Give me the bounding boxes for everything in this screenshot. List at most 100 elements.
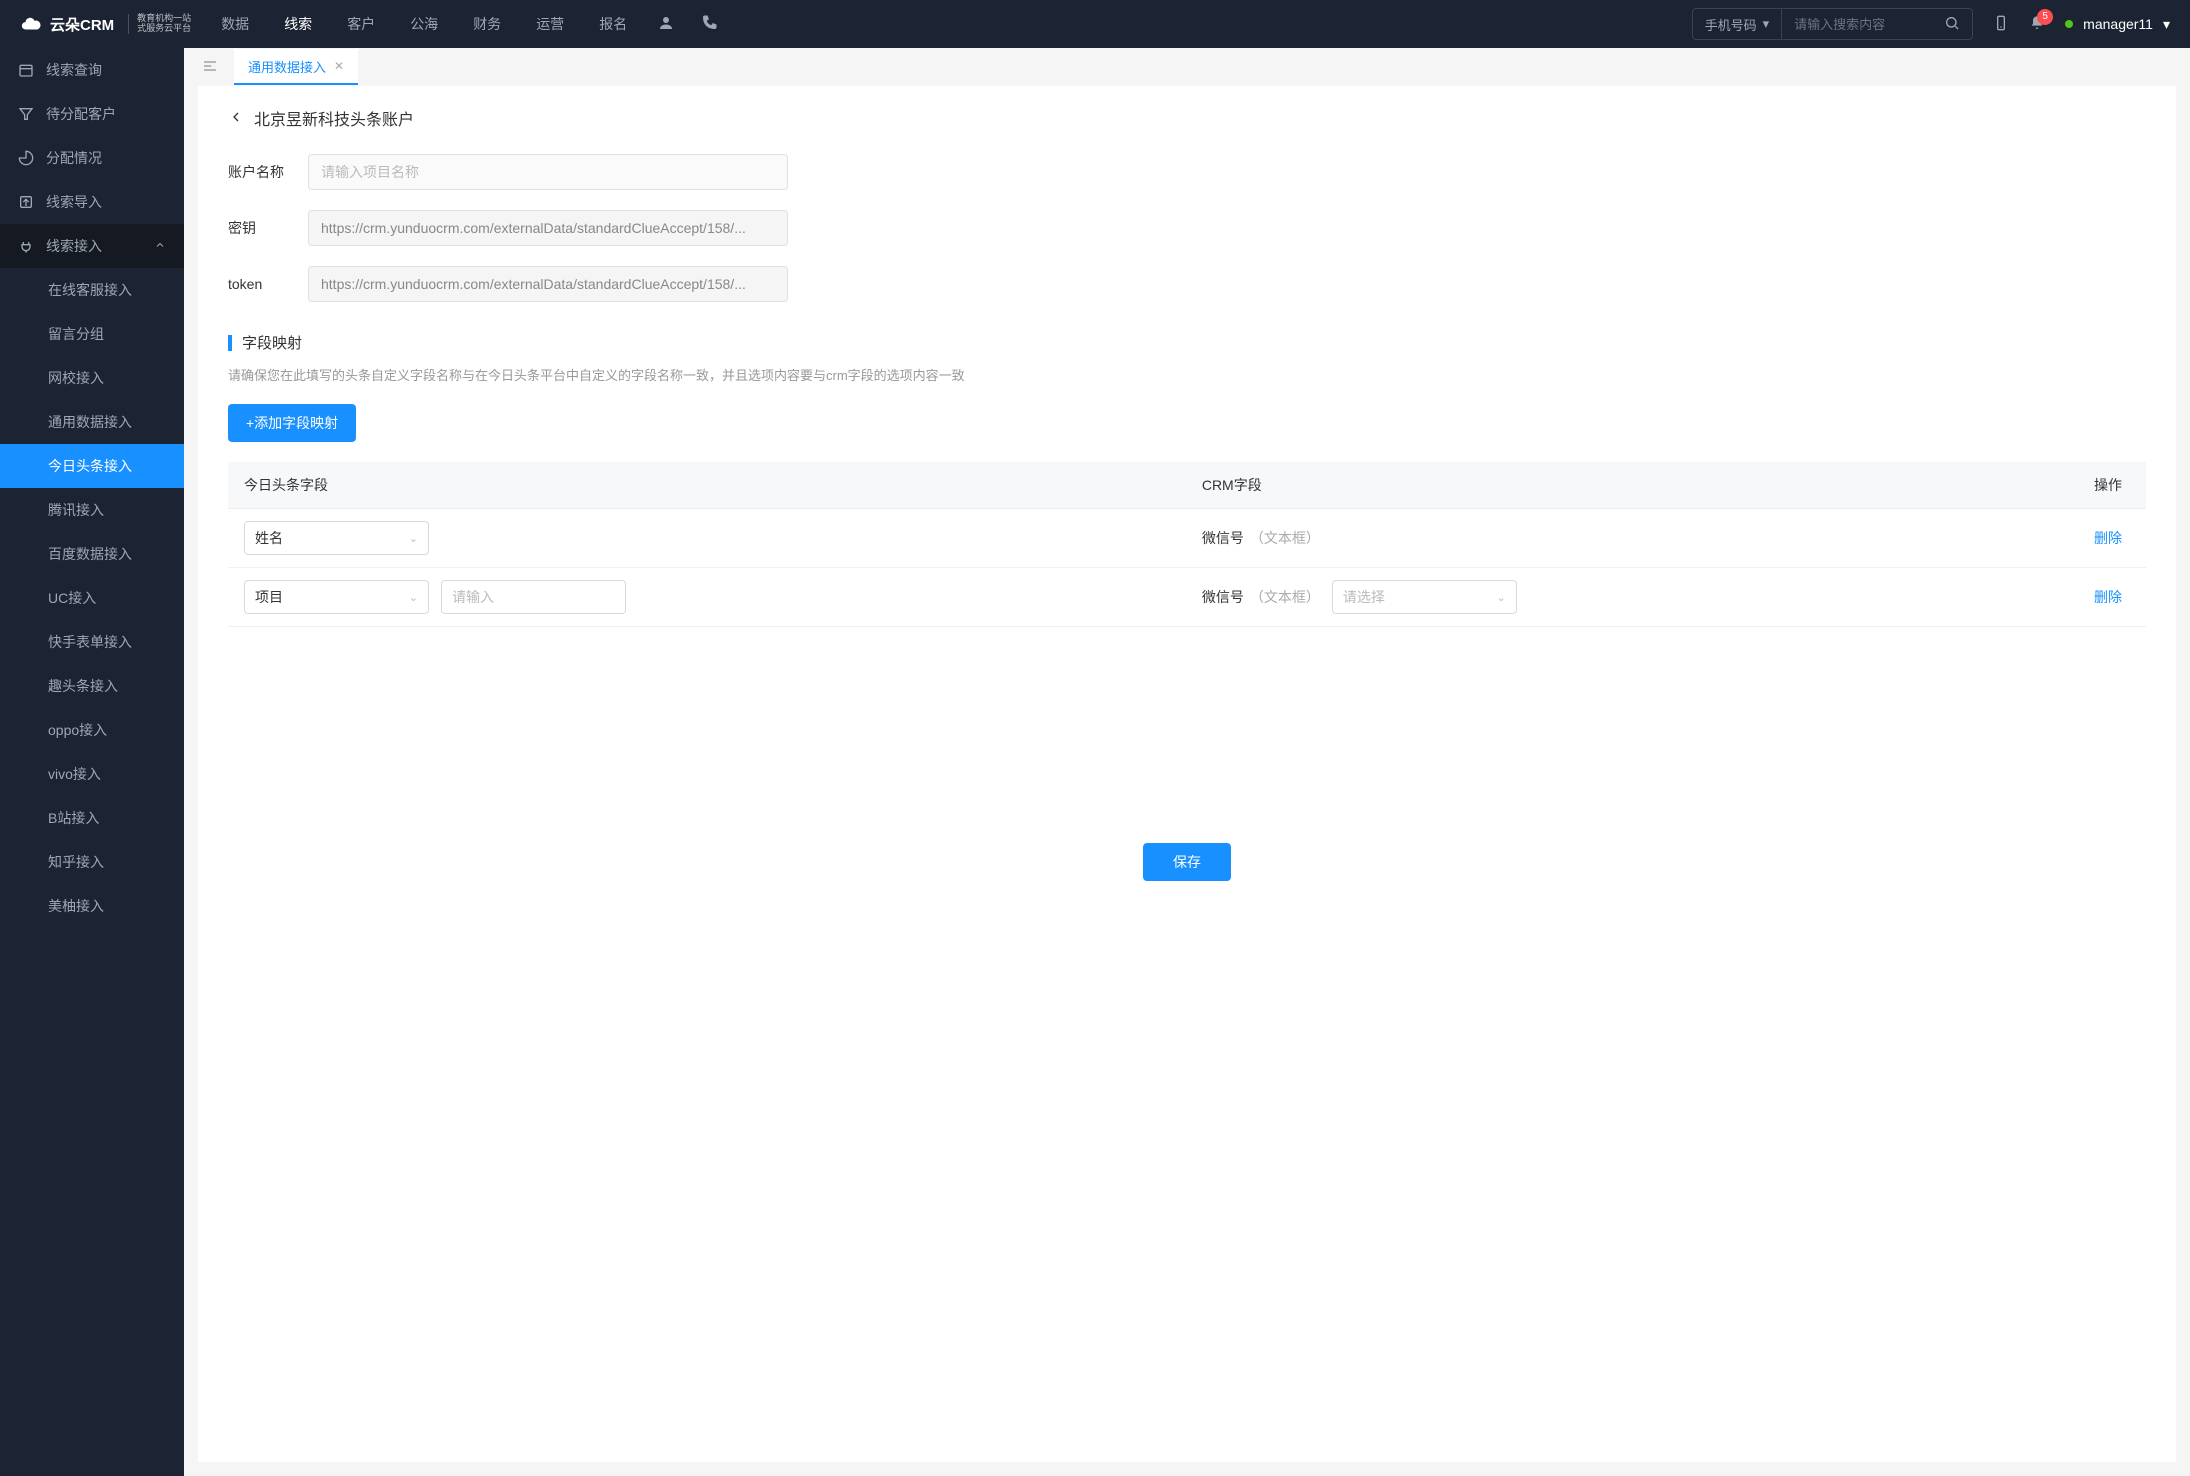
chevron-down-icon: ⌄ <box>1497 591 1506 604</box>
sidebar-sub-item[interactable]: 今日头条接入 <box>0 444 184 488</box>
logo-text: 云朵CRM <box>50 14 114 35</box>
search-type-select[interactable]: 手机号码 ▾ <box>1693 9 1783 39</box>
sidebar-item[interactable]: 分配情况 <box>0 136 184 180</box>
notification-bell[interactable]: 5 <box>2029 15 2045 34</box>
toutiao-field-select[interactable]: 姓名⌄ <box>244 521 429 555</box>
nav-item[interactable]: 线索 <box>284 14 312 34</box>
section-accent-bar <box>228 335 232 351</box>
online-status-dot <box>2065 20 2073 28</box>
calendar-icon <box>18 62 34 78</box>
crm-field-select[interactable]: 请选择⌄ <box>1332 580 1517 614</box>
field-mapping-table: 今日头条字段 CRM字段 操作 姓名⌄微信号（文本框）删除项目⌄ 微信号（文本框）… <box>228 462 2146 627</box>
layout: 线索查询待分配客户分配情况线索导入线索接入在线客服接入留言分组网校接入通用数据接… <box>0 48 2190 1476</box>
save-button[interactable]: 保存 <box>1143 843 1231 881</box>
form-row-token: token <box>228 266 2146 302</box>
search-icon <box>1944 15 1960 31</box>
chevron-down-icon: ⌄ <box>409 591 418 604</box>
sidebar-item[interactable]: 待分配客户 <box>0 92 184 136</box>
account-name-input[interactable] <box>308 154 788 190</box>
th-action: 操作 <box>1989 462 2146 509</box>
add-field-mapping-button[interactable]: +添加字段映射 <box>228 404 356 442</box>
user-menu[interactable]: manager11 ▾ <box>2065 16 2170 33</box>
sidebar-sub-item[interactable]: 网校接入 <box>0 356 184 400</box>
back-button[interactable] <box>228 109 244 128</box>
nav-item[interactable]: 公海 <box>410 14 438 34</box>
table-row: 项目⌄ 微信号（文本框） 请选择⌄ 删除 <box>228 568 2146 627</box>
user-add-icon[interactable] <box>657 14 675 35</box>
plug-icon <box>18 238 34 254</box>
sidebar-sub-item[interactable]: 美柚接入 <box>0 884 184 928</box>
sidebar-sub-item[interactable]: 腾讯接入 <box>0 488 184 532</box>
sidebar-sub-item[interactable]: 趣头条接入 <box>0 664 184 708</box>
sidebar-label: 分配情况 <box>46 148 102 168</box>
chevron-down-icon: ⌄ <box>409 532 418 545</box>
main-content: 通用数据接入 ✕ 北京昱新科技头条账户 账户名称 密钥 token <box>184 48 2190 1476</box>
logo-subtitle: 教育机构一站 式服务云平台 <box>128 14 191 34</box>
sidebar-sub-item[interactable]: oppo接入 <box>0 708 184 752</box>
form-row-secret: 密钥 <box>228 210 2146 246</box>
sidebar-sub-item[interactable]: 在线客服接入 <box>0 268 184 312</box>
tab-label: 通用数据接入 <box>248 57 326 76</box>
page-content: 北京昱新科技头条账户 账户名称 密钥 token 字段映射 请确保您在此填写的头… <box>198 86 2176 1462</box>
toutiao-field-select[interactable]: 项目⌄ <box>244 580 429 614</box>
th-toutiao: 今日头条字段 <box>228 462 1186 509</box>
nav-item[interactable]: 财务 <box>473 14 501 34</box>
breadcrumb: 北京昱新科技头条账户 <box>228 106 2146 130</box>
crm-field-name: 微信号（文本框） <box>1202 587 1320 607</box>
sidebar-item[interactable]: 线索导入 <box>0 180 184 224</box>
sidebar-item[interactable]: 线索接入 <box>0 224 184 268</box>
delete-row-link[interactable]: 删除 <box>2094 589 2122 605</box>
header-right: 手机号码 ▾ 5 manager11 ▾ <box>1692 8 2170 40</box>
top-header: 云朵CRM 教育机构一站 式服务云平台 数据 线索 客户 公海 财务 运营 报名 手机号码 … <box>0 0 2190 48</box>
logo[interactable]: 云朵CRM 教育机构一站 式服务云平台 <box>20 13 191 35</box>
sidebar: 线索查询待分配客户分配情况线索导入线索接入在线客服接入留言分组网校接入通用数据接… <box>0 48 184 1476</box>
tab-bar: 通用数据接入 ✕ <box>184 48 2190 86</box>
chevron-down-icon: ▾ <box>1763 16 1770 32</box>
sidebar-label: 待分配客户 <box>46 104 116 124</box>
search-input[interactable] <box>1782 17 1932 32</box>
search-button[interactable] <box>1932 15 1972 34</box>
tab-close-icon[interactable]: ✕ <box>334 59 344 73</box>
sidebar-sub-item[interactable]: vivo接入 <box>0 752 184 796</box>
toutiao-field-input[interactable] <box>441 580 626 614</box>
section-desc: 请确保您在此填写的头条自定义字段名称与在今日头条平台中自定义的字段名称一致，并且… <box>228 365 2146 384</box>
sidebar-label: 线索导入 <box>46 192 102 212</box>
export-icon <box>18 194 34 210</box>
mobile-icon[interactable] <box>1993 15 2009 34</box>
sidebar-sub-item[interactable]: UC接入 <box>0 576 184 620</box>
nav-item[interactable]: 客户 <box>347 14 375 34</box>
filter-icon <box>18 106 34 122</box>
cloud-icon <box>20 13 42 35</box>
sidebar-sub-item[interactable]: B站接入 <box>0 796 184 840</box>
nav-item[interactable]: 运营 <box>536 14 564 34</box>
nav-item[interactable]: 数据 <box>221 14 249 34</box>
sidebar-label: 线索查询 <box>46 60 102 80</box>
user-name: manager11 <box>2083 16 2153 32</box>
tab-item[interactable]: 通用数据接入 ✕ <box>234 49 358 85</box>
sidebar-sub-item[interactable]: 百度数据接入 <box>0 532 184 576</box>
sidebar-sub-item[interactable]: 快手表单接入 <box>0 620 184 664</box>
token-input[interactable] <box>308 266 788 302</box>
section-title: 字段映射 <box>242 332 302 353</box>
sidebar-sub-item[interactable]: 知乎接入 <box>0 840 184 884</box>
chevron-left-icon <box>228 109 244 125</box>
token-label: token <box>228 276 308 292</box>
sidebar-sub-item[interactable]: 留言分组 <box>0 312 184 356</box>
chart-icon <box>18 150 34 166</box>
chevron-up-icon <box>154 238 166 254</box>
phone-icon[interactable] <box>700 14 718 35</box>
header-action-icons <box>657 14 718 35</box>
secret-label: 密钥 <box>228 218 308 238</box>
footer: 保存 <box>228 827 2146 887</box>
secret-input[interactable] <box>308 210 788 246</box>
collapse-sidebar-icon[interactable] <box>194 58 226 77</box>
nav-item[interactable]: 报名 <box>599 14 627 34</box>
table-row: 姓名⌄微信号（文本框）删除 <box>228 509 2146 568</box>
main-nav: 数据 线索 客户 公海 财务 运营 报名 <box>221 14 627 34</box>
chevron-down-icon: ▾ <box>2163 16 2170 33</box>
delete-row-link[interactable]: 删除 <box>2094 530 2122 546</box>
sidebar-sub-item[interactable]: 通用数据接入 <box>0 400 184 444</box>
sidebar-item[interactable]: 线索查询 <box>0 48 184 92</box>
sidebar-label: 线索接入 <box>46 236 102 256</box>
th-crm: CRM字段 <box>1186 462 1989 509</box>
